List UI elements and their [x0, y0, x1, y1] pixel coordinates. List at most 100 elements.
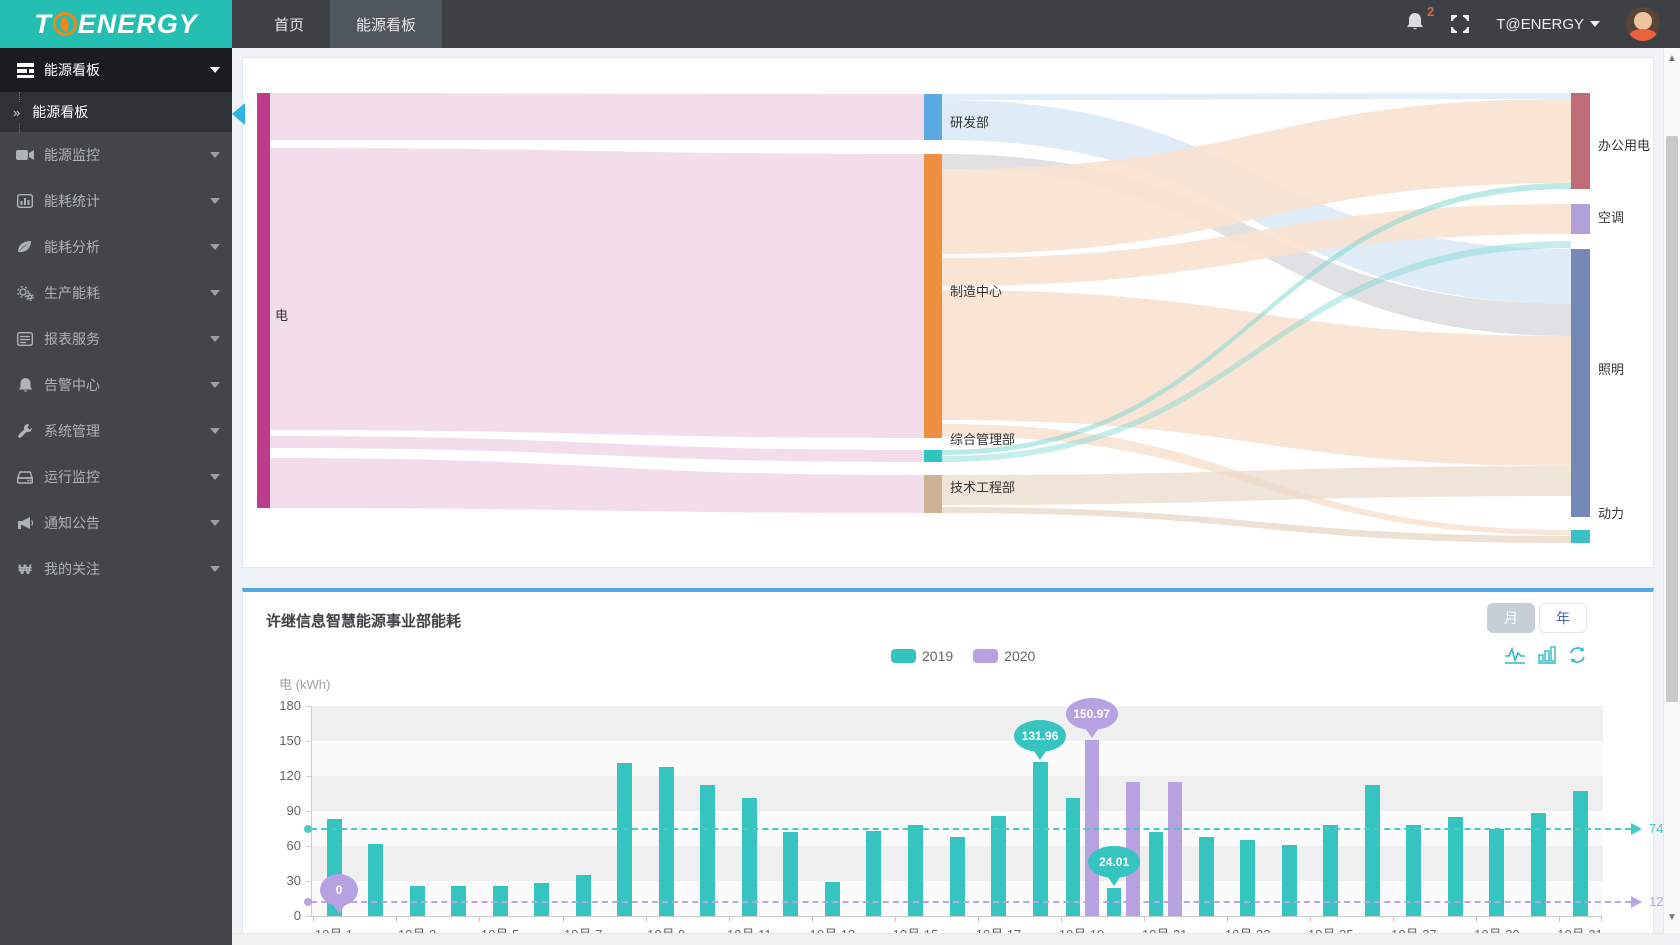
bar-2019-day9[interactable]: [658, 766, 674, 916]
app-logo: T ENERGY: [0, 0, 232, 48]
bar-chart-icon[interactable]: [1538, 646, 1556, 664]
bottom-scroll-strip[interactable]: [232, 933, 1663, 945]
year-toggle-button[interactable]: 年: [1539, 603, 1587, 633]
sankey-panel: 电 研发部 制造中心 综合管理部 技术工程部 办公用电 空调 照明 动力: [242, 57, 1654, 568]
scroll-down-icon[interactable]: ▼: [1667, 913, 1677, 923]
legend-swatch-2020: [973, 649, 999, 663]
x-axis-tick: [645, 917, 647, 922]
sidebar-item[interactable]: 报表服务: [0, 316, 232, 362]
sankey-node[interactable]: [1571, 204, 1590, 234]
sidebar-item[interactable]: 能耗分析: [0, 224, 232, 270]
sankey-node[interactable]: [257, 93, 270, 508]
marker-2019-24.01: 24.01: [1088, 845, 1141, 878]
bar-2019-day23[interactable]: [1240, 840, 1256, 916]
bar-2019-day10[interactable]: [700, 785, 716, 916]
sankey-node[interactable]: [924, 450, 942, 462]
bar-2019-day22[interactable]: [1198, 836, 1214, 916]
report-icon: [15, 332, 35, 346]
scroll-up-icon[interactable]: ▲: [1667, 54, 1677, 64]
sankey-link[interactable]: [270, 436, 924, 462]
sankey-node[interactable]: [924, 475, 942, 513]
bar-2019-day13[interactable]: [824, 882, 840, 916]
avg-line-arrow-icon: [1631, 823, 1642, 836]
chart-tools: [1504, 646, 1587, 664]
tab-home[interactable]: 首页: [248, 0, 330, 48]
sidebar-item[interactable]: 能源监控: [0, 132, 232, 178]
y-axis-unit-label: 电 (kWh): [279, 677, 331, 692]
sidebar-group-label: 能源看板: [44, 62, 100, 78]
x-axis-tick: [479, 917, 481, 922]
bar-2019-day26[interactable]: [1364, 785, 1380, 916]
sidebar-item[interactable]: 系统管理: [0, 408, 232, 454]
bar-2019-day29[interactable]: [1489, 828, 1505, 916]
sidebar-item-label: 能源监控: [44, 147, 100, 163]
bar-2019-day11[interactable]: [741, 798, 757, 916]
sankey-node-label: 综合管理部: [950, 432, 1015, 447]
bar-2019-day19[interactable]: [1065, 798, 1080, 916]
y-axis-tick-label: 150: [279, 733, 301, 748]
sankey-node-label: 电: [275, 308, 288, 323]
sidebar-item[interactable]: 能耗统计: [0, 178, 232, 224]
sankey-node[interactable]: [924, 154, 942, 438]
tab-energy-dashboard[interactable]: 能源看板: [330, 0, 443, 48]
bar-2019-day2[interactable]: [368, 843, 384, 916]
bar-2019-day6[interactable]: [534, 883, 550, 916]
sankey-link[interactable]: [270, 148, 924, 438]
sankey-link[interactable]: [270, 93, 924, 140]
bar-2019-day21[interactable]: [1148, 832, 1163, 916]
sankey-link[interactable]: [942, 93, 1571, 100]
marker-2019-131.96: 131.96: [1014, 720, 1067, 753]
energy-chart-panel: 许继信息智慧能源事业部能耗 月 年 2019 2020 电 (kWh) 180 …: [242, 588, 1680, 945]
scrollbar-thumb[interactable]: [1666, 136, 1678, 702]
sidebar-item[interactable]: 生产能耗: [0, 270, 232, 316]
bar-2019-day7[interactable]: [575, 875, 591, 916]
sankey-link[interactable]: [942, 466, 1571, 505]
bar-2019-day24[interactable]: [1281, 844, 1297, 916]
sankey-node[interactable]: [1571, 249, 1590, 517]
legend-2020[interactable]: 2020: [973, 648, 1035, 664]
month-toggle-button[interactable]: 月: [1487, 603, 1535, 633]
sankey-node[interactable]: [924, 94, 942, 140]
sidebar-item[interactable]: 通知公告: [0, 500, 232, 546]
bar-2019-day14[interactable]: [866, 830, 882, 916]
refresh-icon[interactable]: [1568, 646, 1587, 664]
sankey-link[interactable]: [942, 507, 1571, 543]
sidebar-item[interactable]: 运行监控: [0, 454, 232, 500]
line-chart-icon[interactable]: [1504, 646, 1526, 664]
sankey-node-label: 照明: [1598, 362, 1624, 377]
notification-bell[interactable]: 2: [1406, 4, 1434, 37]
chevron-down-icon: [210, 428, 220, 434]
x-axis-tick: [1143, 917, 1145, 922]
sidebar-item[interactable]: ₩ 我的关注: [0, 546, 232, 592]
sidebar-item-label: 能耗分析: [44, 239, 100, 255]
sankey-node[interactable]: [1571, 530, 1590, 543]
sidebar-item-energy-dashboard[interactable]: » 能源看板: [0, 92, 232, 132]
sankey-node-label: 技术工程部: [950, 480, 1015, 495]
sankey-chart[interactable]: 电 研发部制造中心综合管理部技术工程部 办公用电空调照明动力: [243, 58, 1653, 567]
sidebar-item-label: 告警中心: [44, 377, 100, 393]
sankey-node[interactable]: [1571, 93, 1590, 189]
user-menu[interactable]: T@ENERGY: [1496, 16, 1600, 33]
y-axis-tick-label: 180: [279, 698, 301, 713]
bar-2019-day16[interactable]: [949, 836, 965, 916]
fullscreen-icon[interactable]: [1450, 14, 1470, 34]
sidebar-item[interactable]: 告警中心: [0, 362, 232, 408]
x-axis-line: [311, 916, 1603, 917]
sidebar-group-energy-dashboard[interactable]: 能源看板: [0, 48, 232, 92]
bell-icon: [15, 377, 35, 393]
chevron-down-icon: [210, 67, 220, 73]
bar-2019-day8[interactable]: [617, 763, 633, 916]
bar-2020-day21[interactable]: [1167, 782, 1182, 916]
legend-label-2019: 2019: [922, 648, 954, 664]
avatar[interactable]: [1626, 7, 1660, 41]
sidebar-item-label: 能源看板: [32, 104, 89, 120]
page-scrollbar[interactable]: ▲ ▼: [1663, 48, 1680, 933]
sidebar-items: 能源监控能耗统计能耗分析生产能耗 报表服务告警中心系统管理 运行监控 通知公告 ₩ 我的关…: [0, 132, 232, 592]
bar-2019-day31[interactable]: [1572, 791, 1588, 916]
bar-2019-day18[interactable]: [1032, 762, 1048, 916]
legend-2019[interactable]: 2019: [891, 648, 953, 664]
x-axis-tick: [313, 917, 315, 922]
sankey-link[interactable]: [270, 458, 924, 513]
legend-label-2020: 2020: [1004, 648, 1036, 664]
bar-2019-day12[interactable]: [783, 832, 799, 916]
